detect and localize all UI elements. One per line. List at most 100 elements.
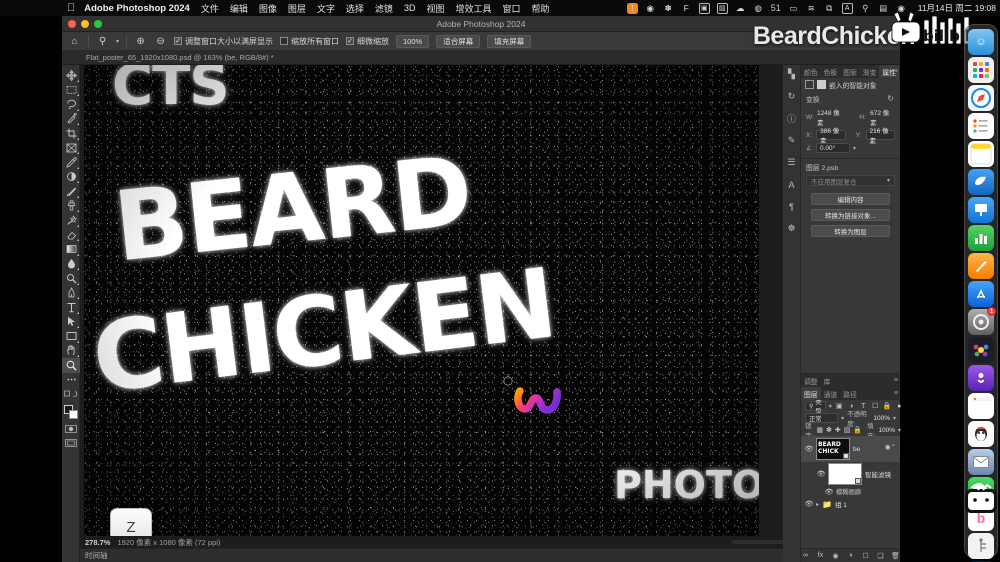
layer-comp-select[interactable]: 不应用图层复合 ▾ [806, 175, 895, 186]
menu-item-image[interactable]: 图像 [259, 2, 277, 15]
fx-icon[interactable]: fx [816, 551, 825, 560]
height-value[interactable]: 672 像素 [870, 107, 895, 127]
panel-menu-icon[interactable]: ≡ [894, 390, 898, 397]
toggle-filter-icon[interactable]: ● [895, 402, 904, 411]
convert-to-layers-button[interactable]: 转换为图层 [811, 225, 890, 237]
chevron-down-icon[interactable]: ▾ [893, 415, 896, 422]
tab-patterns[interactable]: 图案 [840, 65, 860, 78]
chevron-down-icon[interactable]: ▾ [829, 403, 832, 410]
menu-item-filter[interactable]: 滤镜 [375, 2, 393, 15]
chevron-right-icon[interactable]: ▸ [816, 501, 819, 508]
tab-swatches[interactable]: 色板 [821, 65, 841, 78]
home-icon[interactable]: ⌂ [68, 35, 81, 48]
chevron-down-icon[interactable]: ▾ [841, 415, 844, 422]
rectangle-tool[interactable] [62, 329, 80, 344]
gradient-tool[interactable] [62, 242, 80, 257]
menu-item-help[interactable]: 帮助 [532, 2, 550, 15]
timeline-panel[interactable]: 时间轴 [80, 548, 900, 562]
layer-row-group[interactable]: 👁 ▸ 📁 组 1 [801, 497, 900, 511]
dodge-tool[interactable] [62, 271, 80, 286]
tab-paths[interactable]: 路径 [840, 387, 860, 400]
wifi-icon[interactable]: ≋ [806, 3, 817, 14]
move-tool[interactable] [62, 68, 80, 83]
pen-icon[interactable]: ✽ [663, 3, 674, 14]
dock-item-finder[interactable]: ☺ [968, 29, 994, 55]
fill-screen-button[interactable]: 填充屏幕 [487, 34, 532, 48]
eyedropper-tool[interactable] [62, 155, 80, 170]
apple-icon[interactable]:  [67, 2, 75, 14]
eye-icon[interactable]: 👁 [817, 470, 826, 478]
dock-item-pages[interactable] [968, 253, 994, 279]
warning-icon[interactable]: ! [626, 2, 638, 14]
convert-to-linked-button[interactable]: 转换为链接对象... [811, 209, 890, 221]
pen-tool[interactable] [62, 286, 80, 301]
resize-windows-checkbox[interactable]: ✓ 调整窗口大小以满屏显示 [174, 36, 273, 47]
chevron-down-icon[interactable]: ▾ [898, 427, 901, 434]
menu-item-window[interactable]: 窗口 [502, 2, 520, 15]
dock-item-app-store[interactable] [968, 281, 994, 307]
screenshot-icon[interactable]: ▣ [698, 2, 710, 14]
zoom-level[interactable]: 278.7% [85, 538, 110, 547]
fit-screen-button[interactable]: 适合屏幕 [436, 34, 481, 48]
screen-mode-icon[interactable] [62, 436, 80, 451]
marquee-tool[interactable] [62, 83, 80, 98]
dock-item-calendar[interactable] [968, 393, 994, 419]
filter-type-select[interactable]: ⚲ 类型 [805, 399, 826, 415]
chevron-down-icon[interactable]: ▾ [853, 145, 856, 152]
lock-transparent-icon[interactable]: ▦ [816, 426, 823, 435]
tab-gradients[interactable]: 渐变 [860, 65, 880, 78]
display-icon[interactable]: ⧉ [824, 3, 835, 14]
quick-mask-icon[interactable] [62, 422, 80, 437]
eraser-tool[interactable] [62, 228, 80, 243]
layer-name[interactable]: 智能滤镜 [865, 469, 891, 479]
panel-menu-icon[interactable]: ≡ [894, 377, 898, 384]
menu-item-select[interactable]: 选择 [346, 2, 364, 15]
dock-item-mindnode[interactable] [968, 533, 994, 559]
brush-tool[interactable] [62, 184, 80, 199]
hand-tool[interactable] [62, 344, 80, 359]
droplet-icon[interactable]: ◍ [753, 3, 764, 14]
menu-item-layer[interactable]: 图层 [288, 2, 306, 15]
zoom-tool[interactable] [62, 358, 80, 373]
tab-channels[interactable]: 通道 [821, 387, 841, 400]
eye-icon[interactable]: 👁 [805, 445, 814, 453]
reset-icon[interactable]: ↻ [887, 94, 894, 103]
dock-item-podcast[interactable] [968, 365, 994, 391]
tab-color[interactable]: 颜色 [801, 65, 821, 78]
link-icon[interactable]: ∞ [801, 551, 810, 560]
edit-toolbar-icon[interactable] [62, 387, 80, 402]
menu-item-type[interactable]: 文字 [317, 2, 335, 15]
menu-item-file[interactable]: 文件 [201, 2, 219, 15]
dock-item-photos[interactable] [968, 337, 994, 363]
dock-item-sketch[interactable] [968, 169, 994, 195]
adjustments-icon[interactable]: ✎ [785, 134, 799, 147]
info-icon[interactable]: ⓘ [785, 112, 799, 125]
f-icon[interactable]: F [681, 3, 692, 14]
more-tools-icon[interactable] [62, 373, 80, 388]
histogram-icon[interactable]: ▚ [785, 68, 799, 81]
record-icon[interactable]: ◉ [645, 3, 656, 14]
delete-icon[interactable]: 🗑 [891, 551, 900, 560]
dock-item-mail[interactable] [968, 449, 994, 475]
tab-layers[interactable]: 图层 [801, 387, 821, 400]
menu-item-plugins[interactable]: 增效工具 [455, 2, 491, 15]
input-source-icon[interactable]: A [841, 2, 853, 14]
lock-all-icon[interactable]: 🔒 [853, 426, 862, 435]
eye-icon[interactable]: 👁 [825, 488, 834, 496]
dock-item-launchpad[interactable] [968, 57, 994, 83]
edit-contents-button[interactable]: 编辑内容 [811, 193, 890, 205]
zoom-all-windows-checkbox[interactable]: 缩放所有窗口 [280, 36, 339, 47]
dock-item-numbers[interactable] [968, 225, 994, 251]
actions-icon[interactable]: ☸ [785, 222, 799, 235]
tab-adjustments[interactable]: 调整 [801, 374, 821, 387]
lock-position-icon[interactable]: ✚ [835, 426, 841, 435]
smart-filter-toggle-icon[interactable]: ◉⌃ [885, 443, 896, 451]
panel-menu-icon[interactable]: ≡ [894, 68, 898, 75]
zoom-in-icon[interactable]: ⊕ [134, 35, 147, 48]
canvas-area[interactable]: CTS BEARD CHICKEN PHOTOS Z [80, 65, 783, 562]
adjustment-icon[interactable]: ◑ [846, 551, 855, 560]
dock-item-keynote[interactable] [968, 197, 994, 223]
dock-item-qq[interactable] [968, 421, 994, 447]
properties-icon[interactable]: ☰ [785, 156, 799, 169]
pixel-filter-icon[interactable]: ▣ [835, 402, 844, 411]
